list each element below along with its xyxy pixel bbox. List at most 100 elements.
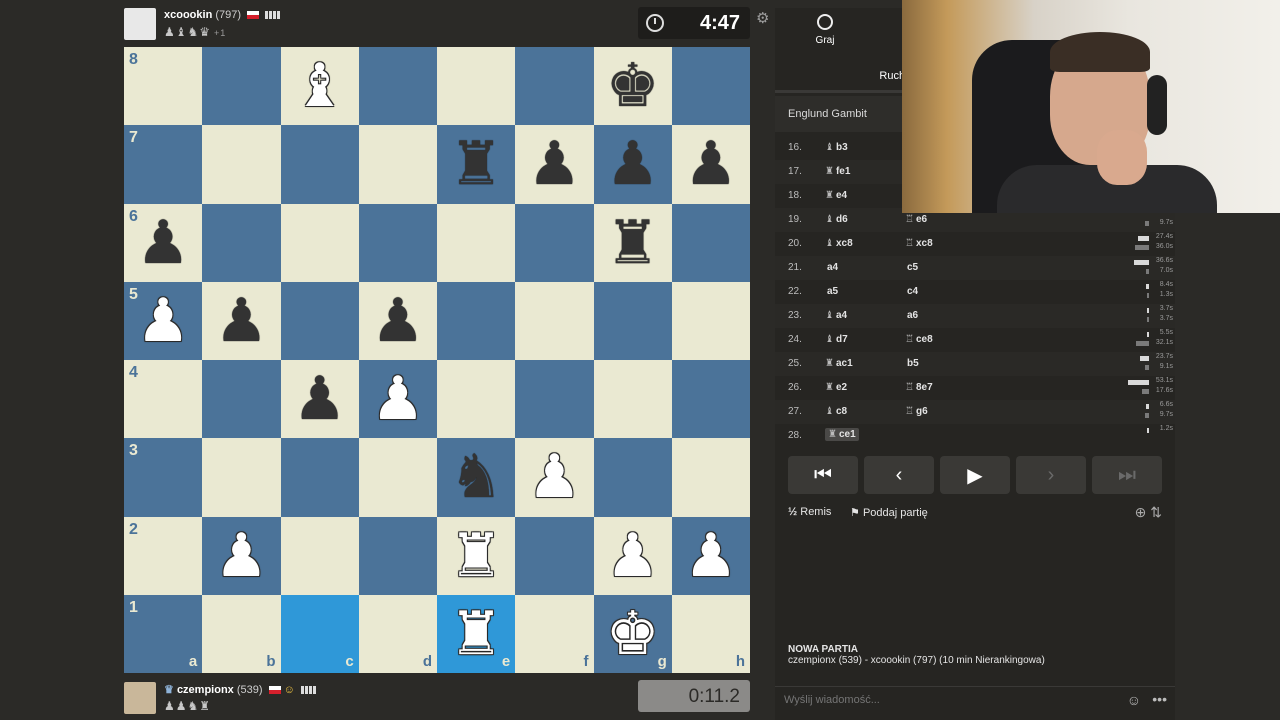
square-c2[interactable]: [280, 516, 359, 595]
square-g8[interactable]: ♚: [593, 47, 672, 126]
square-b8[interactable]: [202, 47, 281, 126]
square-h8[interactable]: [671, 47, 750, 126]
white-move[interactable]: ♝ c8: [825, 406, 847, 417]
black-piece-e7[interactable]: ♜: [449, 134, 503, 194]
more-icon[interactable]: •••: [1152, 691, 1167, 707]
black-move[interactable]: c4: [905, 286, 918, 297]
square-f7[interactable]: ♟: [515, 125, 594, 204]
white-move[interactable]: ♜ ce1: [825, 428, 859, 441]
white-move[interactable]: ♝ a4: [825, 310, 847, 321]
black-move[interactable]: ♖ 8e7: [905, 382, 933, 393]
square-g7[interactable]: ♟: [593, 125, 672, 204]
square-a8[interactable]: 8: [124, 47, 203, 126]
square-c4[interactable]: ♟: [280, 360, 359, 439]
square-c8[interactable]: ♝: [280, 47, 359, 126]
square-b7[interactable]: [202, 125, 281, 204]
black-piece-f7[interactable]: ♟: [527, 134, 581, 194]
white-move[interactable]: a4: [825, 262, 838, 273]
square-h4[interactable]: [671, 360, 750, 439]
square-f6[interactable]: [515, 203, 594, 282]
square-d1[interactable]: d: [358, 594, 437, 673]
white-move[interactable]: ♜ fe1: [825, 166, 850, 177]
square-f8[interactable]: [515, 47, 594, 126]
white-piece-h2[interactable]: ♟: [684, 526, 738, 586]
black-piece-g6[interactable]: ♜: [606, 213, 660, 273]
square-e1[interactable]: e ♜: [437, 594, 516, 673]
square-a4[interactable]: 4: [124, 360, 203, 439]
square-c1[interactable]: c: [280, 594, 359, 673]
square-g6[interactable]: ♜: [593, 203, 672, 282]
square-h7[interactable]: ♟: [671, 125, 750, 204]
square-c5[interactable]: [280, 281, 359, 360]
black-piece-e3[interactable]: ♞: [449, 447, 503, 507]
square-e2[interactable]: ♜: [437, 516, 516, 595]
white-piece-f3[interactable]: ♟: [527, 447, 581, 507]
play-button[interactable]: ▶: [940, 456, 1010, 494]
white-move[interactable]: ♜ e2: [825, 382, 847, 393]
square-g2[interactable]: ♟: [593, 516, 672, 595]
square-h3[interactable]: [671, 438, 750, 517]
black-piece-g8[interactable]: ♚: [606, 56, 660, 116]
square-g3[interactable]: [593, 438, 672, 517]
square-d2[interactable]: [358, 516, 437, 595]
square-h2[interactable]: ♟: [671, 516, 750, 595]
black-piece-g7[interactable]: ♟: [606, 134, 660, 194]
square-b4[interactable]: [202, 360, 281, 439]
square-a5[interactable]: 5 ♟: [124, 281, 203, 360]
white-piece-e2[interactable]: ♜: [449, 526, 503, 586]
flip-board-icon[interactable]: ⇅: [1150, 504, 1162, 520]
top-player-avatar[interactable]: [124, 8, 156, 40]
white-piece-b2[interactable]: ♟: [214, 526, 268, 586]
white-piece-a5[interactable]: ♟: [136, 291, 190, 351]
black-piece-d5[interactable]: ♟: [371, 291, 425, 351]
gear-icon[interactable]: ⚙: [756, 9, 769, 27]
white-piece-g2[interactable]: ♟: [606, 526, 660, 586]
square-b3[interactable]: [202, 438, 281, 517]
square-h6[interactable]: [671, 203, 750, 282]
square-f5[interactable]: [515, 281, 594, 360]
black-move[interactable]: ♖ xc8: [905, 238, 933, 249]
square-c7[interactable]: [280, 125, 359, 204]
black-move[interactable]: b5: [905, 358, 919, 369]
square-g4[interactable]: [593, 360, 672, 439]
draw-button[interactable]: ½ Remis: [788, 506, 831, 518]
black-move[interactable]: ♖ g6: [905, 406, 928, 417]
square-a6[interactable]: 6 ♟: [124, 203, 203, 282]
square-b6[interactable]: [202, 203, 281, 282]
white-move[interactable]: ♜ ac1: [825, 358, 853, 369]
chat-input[interactable]: [782, 693, 1106, 707]
white-piece-d4[interactable]: ♟: [371, 369, 425, 429]
white-move[interactable]: ♝ d7: [825, 334, 848, 345]
white-move[interactable]: a5: [825, 286, 838, 297]
square-f4[interactable]: [515, 360, 594, 439]
square-h5[interactable]: [671, 281, 750, 360]
white-move[interactable]: ♜ e4: [825, 190, 847, 201]
square-g5[interactable]: [593, 281, 672, 360]
white-piece-c8[interactable]: ♝: [293, 56, 347, 116]
square-a2[interactable]: 2: [124, 516, 203, 595]
square-c6[interactable]: [280, 203, 359, 282]
black-piece-h7[interactable]: ♟: [684, 134, 738, 194]
emoji-icon[interactable]: ☺: [1127, 692, 1141, 708]
black-move[interactable]: ♖ ce8: [905, 334, 933, 345]
white-piece-e1[interactable]: ♜: [449, 604, 503, 664]
square-a7[interactable]: 7: [124, 125, 203, 204]
white-move[interactable]: ♝ xc8: [825, 238, 853, 249]
resign-button[interactable]: ⚑ Poddaj partię: [850, 506, 928, 519]
square-f2[interactable]: [515, 516, 594, 595]
square-d4[interactable]: ♟: [358, 360, 437, 439]
square-d6[interactable]: [358, 203, 437, 282]
square-e8[interactable]: [437, 47, 516, 126]
square-d7[interactable]: [358, 125, 437, 204]
black-piece-b5[interactable]: ♟: [214, 291, 268, 351]
square-d8[interactable]: [358, 47, 437, 126]
square-e5[interactable]: [437, 281, 516, 360]
white-move[interactable]: ♝ b3: [825, 142, 848, 153]
square-d5[interactable]: ♟: [358, 281, 437, 360]
square-e4[interactable]: [437, 360, 516, 439]
square-f1[interactable]: f: [515, 594, 594, 673]
white-piece-g1[interactable]: ♚: [606, 604, 660, 664]
square-d3[interactable]: [358, 438, 437, 517]
square-e7[interactable]: ♜: [437, 125, 516, 204]
top-player-name[interactable]: xcoookin: [164, 9, 212, 21]
